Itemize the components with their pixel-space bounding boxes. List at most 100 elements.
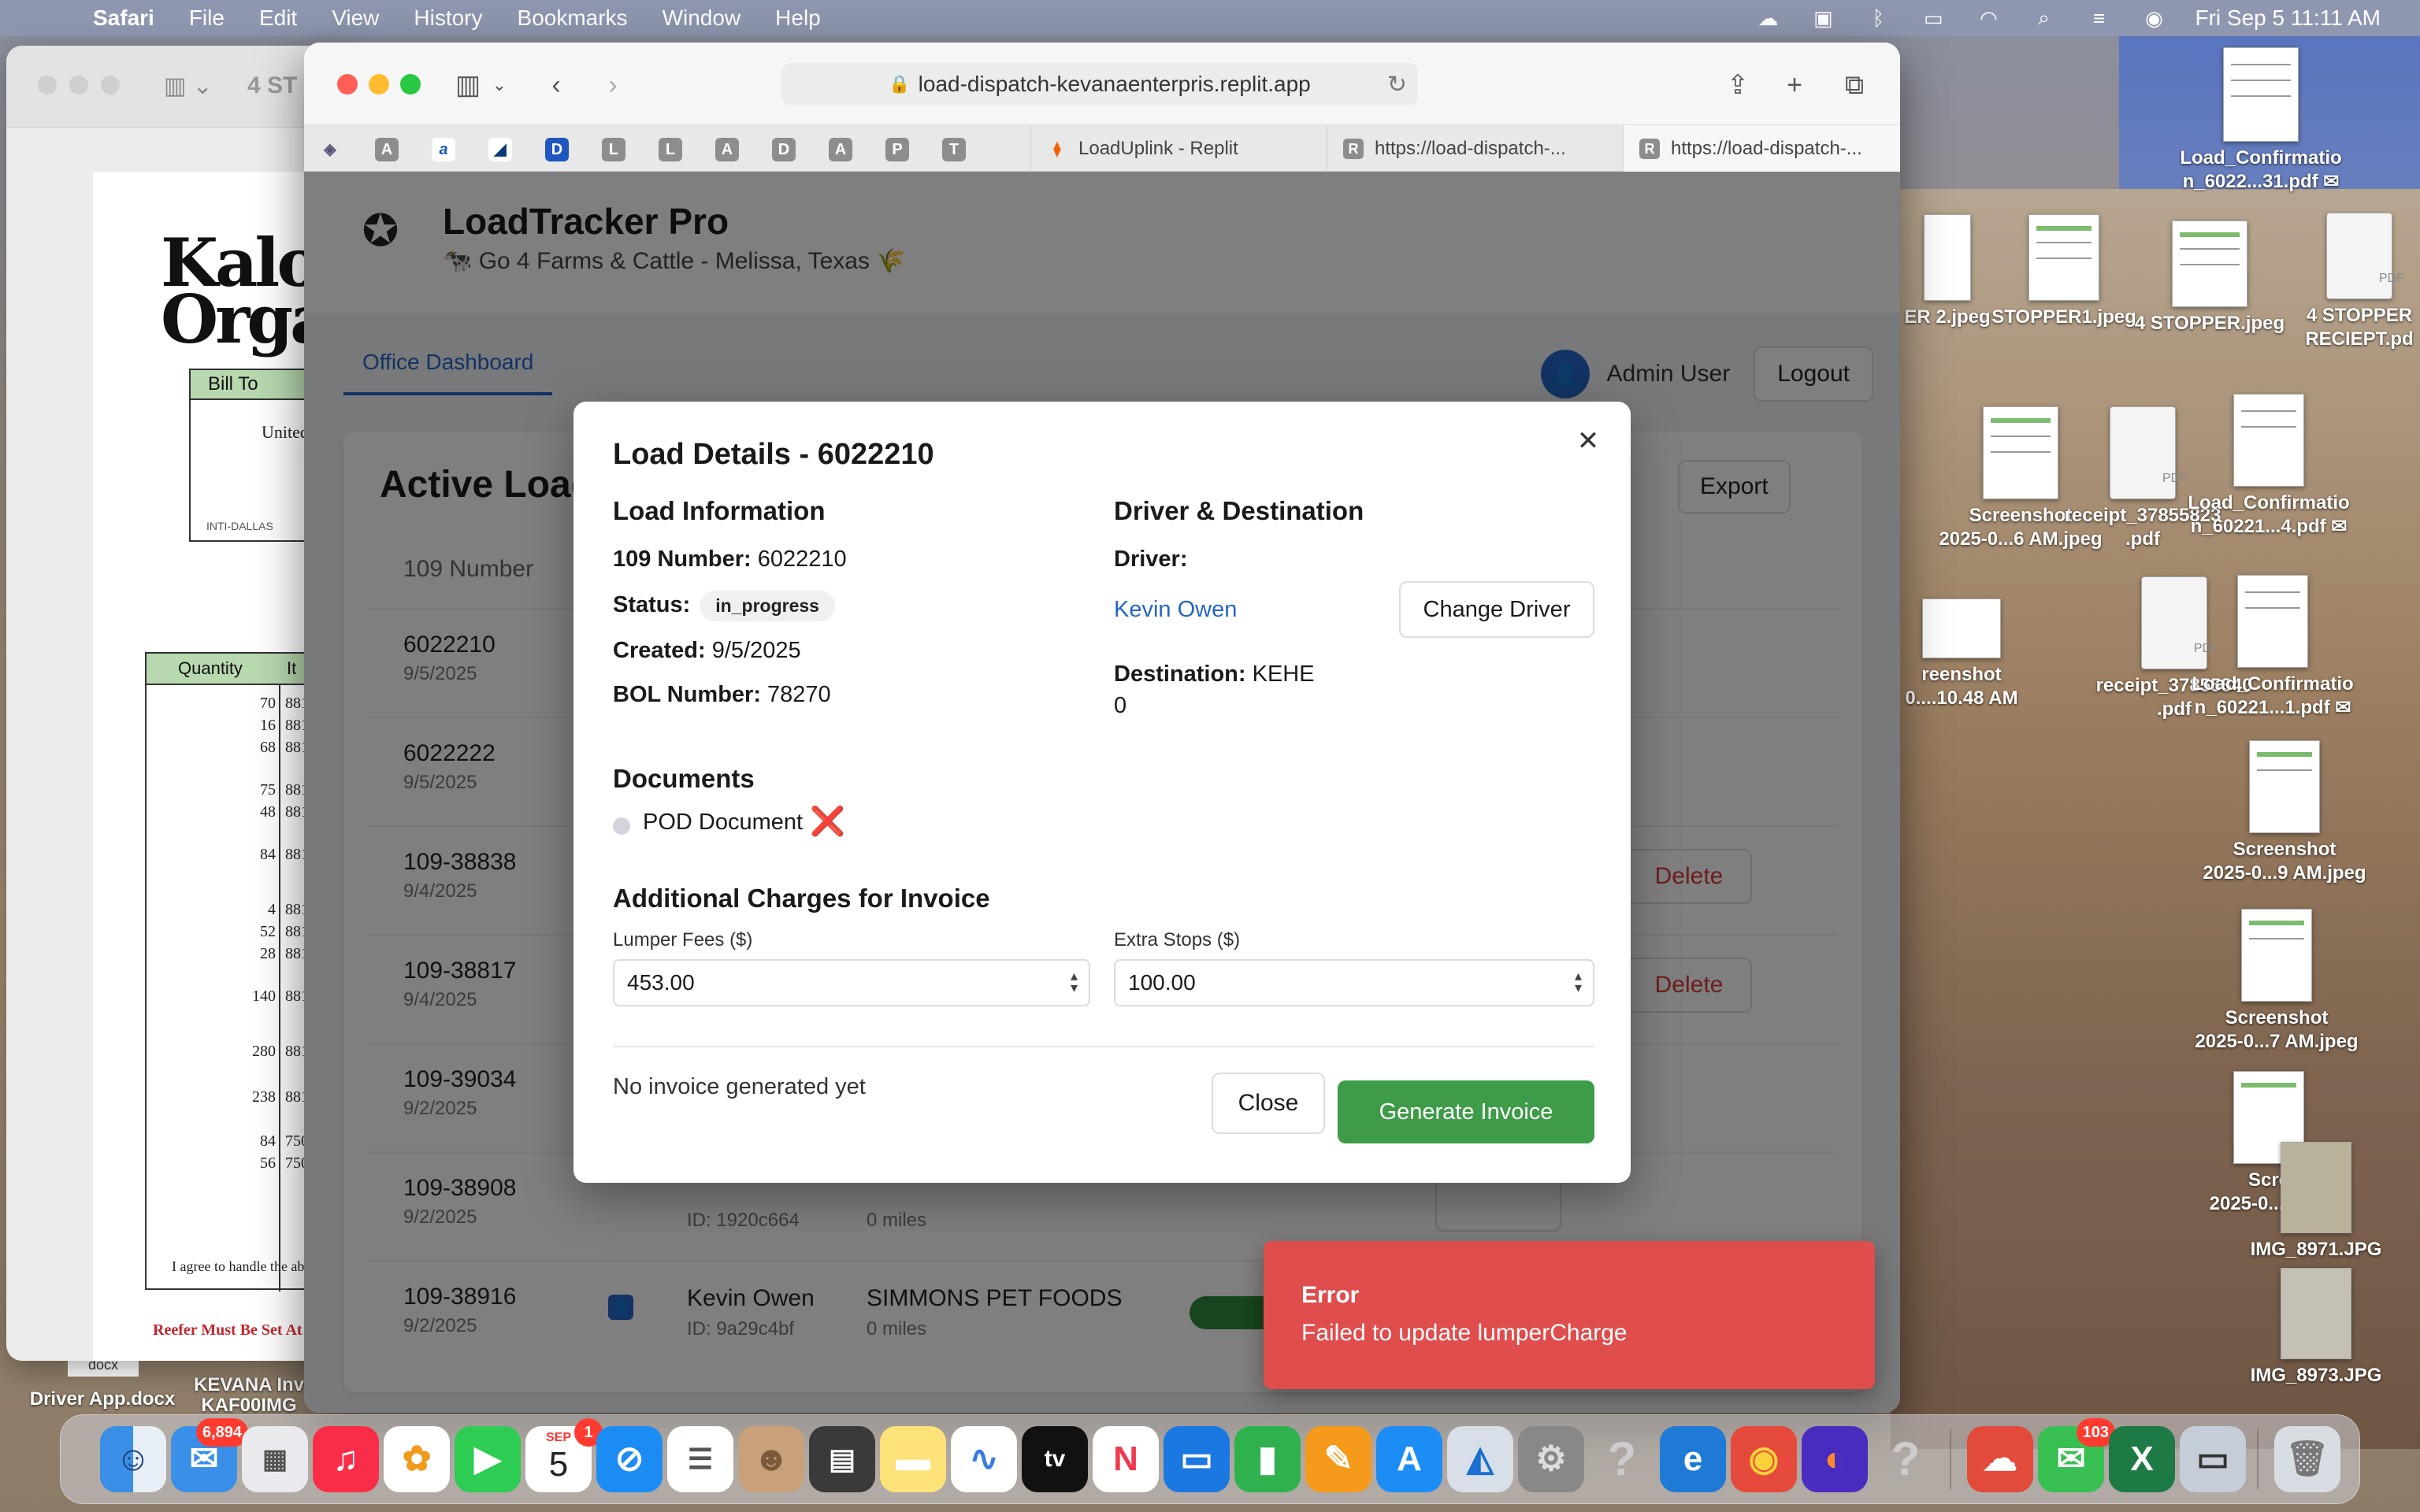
desktop-file-icon[interactable]: Driver App.docx bbox=[16, 1388, 189, 1411]
desktop-file-icon[interactable]: 4 STOPPER.jpeg bbox=[2127, 220, 2292, 335]
share-icon[interactable]: ⇪ bbox=[1722, 69, 1754, 101]
menu-view[interactable]: View bbox=[332, 6, 379, 31]
desktop-file-icon[interactable]: Load_Confirmatio n_6022...31.pdf ✉ bbox=[2158, 47, 2363, 194]
favorite-bookmark-icon[interactable]: L bbox=[602, 138, 625, 161]
desktop-file-icon[interactable]: Screenshot 2025-0...7 AM.jpeg bbox=[2174, 909, 2379, 1054]
system-settings-icon[interactable]: ⚙ bbox=[1518, 1426, 1584, 1492]
favorite-bookmark-icon[interactable]: A bbox=[829, 138, 852, 161]
favorite-bookmark-icon[interactable]: D bbox=[772, 138, 796, 161]
favorite-bookmark-icon[interactable]: T bbox=[942, 138, 966, 161]
edge-icon[interactable]: e bbox=[1660, 1426, 1726, 1492]
desktop-file-icon[interactable]: IMG_8971.JPG bbox=[2229, 1142, 2403, 1262]
app-status-icon[interactable]: ▣ bbox=[1809, 6, 1837, 30]
favorites-icon[interactable]: ◈ bbox=[318, 138, 342, 161]
window-zoom-button[interactable] bbox=[101, 76, 120, 94]
desktop-file-icon[interactable]: KEVANA Inv KAF00IMG bbox=[186, 1375, 312, 1416]
menu-help[interactable]: Help bbox=[775, 6, 821, 31]
calculator-icon[interactable]: ▤ bbox=[809, 1426, 875, 1492]
window-close-button[interactable] bbox=[337, 74, 358, 94]
siri-icon[interactable]: ◉ bbox=[2140, 6, 2168, 30]
apple-tv-icon[interactable]: tv bbox=[1022, 1426, 1088, 1492]
finder-icon[interactable]: ☺ bbox=[100, 1426, 166, 1492]
firefox-icon[interactable]: ◐ bbox=[1802, 1426, 1868, 1492]
desktop-file-icon[interactable]: reenshot 0....10.48 AM bbox=[1899, 598, 2025, 710]
lumper-fees-input[interactable]: 453.00 ▴ ▾ bbox=[613, 959, 1090, 1006]
notes-icon[interactable]: ▬ bbox=[880, 1426, 946, 1492]
address-bar[interactable]: 🔒 load-dispatch-kevanaenterpris.replit.a… bbox=[781, 63, 1418, 106]
stepper-icon[interactable]: ▴ ▾ bbox=[1575, 969, 1582, 995]
xcode-tool-icon[interactable]: ◭ bbox=[1447, 1426, 1513, 1492]
desktop-file-icon[interactable]: PDF 4 STOPPER RECIEPT.pd bbox=[2300, 213, 2418, 351]
window-zoom-button[interactable] bbox=[400, 74, 421, 94]
pages-icon[interactable]: ✎ bbox=[1305, 1426, 1371, 1492]
close-button[interactable]: Close bbox=[1212, 1073, 1325, 1134]
tab-overview-icon[interactable]: ⧉ bbox=[1839, 69, 1870, 101]
launchpad-icon[interactable]: ▦ bbox=[242, 1426, 308, 1492]
preview-window[interactable]: ▥ ⌄ 4 ST Kalo Orga Bill To United 1 INTI… bbox=[6, 46, 353, 1361]
chevron-down-icon[interactable]: ⌄ bbox=[484, 69, 515, 101]
news-icon[interactable]: N bbox=[1093, 1426, 1159, 1492]
menu-app-name[interactable]: Safari bbox=[93, 6, 154, 31]
question-mark-icon[interactable]: ? bbox=[1873, 1426, 1939, 1492]
preview-icon[interactable]: ▭ bbox=[2180, 1426, 2246, 1492]
safari-icon[interactable]: ⊘ bbox=[596, 1426, 663, 1492]
icloud-icon[interactable]: ☁ bbox=[1754, 6, 1782, 30]
reload-icon[interactable]: ↻ bbox=[1387, 71, 1407, 98]
error-toast[interactable]: Error Failed to update lumperCharge bbox=[1264, 1241, 1875, 1389]
desktop-file-icon[interactable]: STOPPER1.jpeg bbox=[1977, 214, 2151, 329]
stepper-icon[interactable]: ▴ ▾ bbox=[1071, 969, 1078, 995]
favorite-bookmark-icon[interactable]: A bbox=[375, 138, 399, 161]
battery-icon[interactable]: ▭ bbox=[1919, 6, 1947, 30]
forward-arrow-icon[interactable]: › bbox=[597, 69, 629, 101]
window-minimize-button[interactable] bbox=[369, 74, 389, 94]
close-icon[interactable]: ✕ bbox=[1572, 425, 1604, 457]
desktop-file-icon[interactable]: Load_Confirmatio n_60221...4.pdf ✉ bbox=[2166, 394, 2371, 539]
bluetooth-icon[interactable]: ᛒ bbox=[1864, 6, 1892, 30]
messages-icon[interactable]: ✉ 103 bbox=[2038, 1418, 2115, 1492]
change-driver-button[interactable]: Change Driver bbox=[1399, 581, 1594, 638]
menu-window[interactable]: Window bbox=[663, 6, 741, 31]
mail-icon[interactable]: ✉ 6,894 bbox=[171, 1418, 248, 1492]
menu-file[interactable]: File bbox=[189, 6, 225, 31]
app-store-icon[interactable]: A bbox=[1376, 1426, 1442, 1492]
back-arrow-icon[interactable]: ‹ bbox=[540, 69, 572, 101]
contacts-icon[interactable]: ☻ bbox=[738, 1426, 804, 1492]
favorite-bookmark-icon[interactable]: A bbox=[715, 138, 739, 161]
music-icon[interactable]: ♫ bbox=[313, 1426, 379, 1492]
extra-stops-input[interactable]: 100.00 ▴ ▾ bbox=[1114, 959, 1594, 1006]
menu-history[interactable]: History bbox=[414, 6, 482, 31]
favorite-bookmark-icon[interactable]: L bbox=[659, 138, 682, 161]
new-tab-plus-icon[interactable]: + bbox=[1779, 69, 1810, 101]
wifi-icon[interactable]: ◠ bbox=[1974, 6, 2002, 30]
desktop-file-icon[interactable]: Load_Confirmatio n_60221...1.pdf ✉ bbox=[2174, 575, 2371, 720]
photos-icon[interactable]: ✿ bbox=[384, 1426, 450, 1492]
facetime-icon[interactable]: ▶ bbox=[455, 1426, 521, 1492]
menu-clock[interactable]: Fri Sep 5 11:11 AM bbox=[2195, 6, 2381, 31]
generate-invoice-button[interactable]: Generate Invoice bbox=[1338, 1080, 1594, 1143]
reminders-icon[interactable]: ☰ bbox=[667, 1426, 733, 1492]
browser-tab[interactable]: ⧫ LoadUplink - Replit bbox=[1030, 125, 1327, 172]
keynote-icon[interactable]: ▭ bbox=[1164, 1426, 1230, 1492]
browser-tab[interactable]: R https://load-dispatch-... bbox=[1327, 125, 1623, 172]
control-center-icon[interactable]: ≡ bbox=[2084, 6, 2113, 30]
calendar-icon[interactable]: SEP 5 1 bbox=[525, 1418, 603, 1492]
question-mark-icon[interactable]: ? bbox=[1589, 1426, 1655, 1492]
favorite-bookmark-icon[interactable]: P bbox=[885, 138, 909, 161]
window-minimize-button[interactable] bbox=[69, 76, 88, 94]
spotlight-search-icon[interactable]: ⌕ bbox=[2029, 6, 2058, 29]
excel-icon[interactable]: X bbox=[2109, 1426, 2175, 1492]
numbers-icon[interactable]: ▮ bbox=[1234, 1426, 1301, 1492]
menu-bookmarks[interactable]: Bookmarks bbox=[518, 6, 628, 31]
sidebar-toggle-icon[interactable]: ▥ bbox=[452, 69, 484, 101]
chrome-icon[interactable]: ◉ bbox=[1731, 1426, 1797, 1492]
sidebar-toggle-icon[interactable]: ▥ ⌄ bbox=[164, 72, 213, 100]
favorite-bookmark-icon[interactable]: D bbox=[545, 138, 569, 161]
desktop-file-icon[interactable]: IMG_8973.JPG bbox=[2229, 1268, 2403, 1388]
favorite-bookmark-icon[interactable]: ◢ bbox=[488, 138, 512, 161]
desktop-file-icon[interactable]: Screenshot 2025-0...9 AM.jpeg bbox=[2182, 740, 2387, 885]
favorite-bookmark-icon[interactable]: a bbox=[432, 138, 455, 161]
cloud-upload-icon[interactable]: ☁ bbox=[1967, 1426, 2033, 1492]
browser-tab-active[interactable]: R https://load-dispatch-... bbox=[1623, 125, 1900, 172]
driver-name-link[interactable]: Kevin Owen bbox=[1114, 597, 1237, 623]
trash-icon[interactable]: 🗑 bbox=[2274, 1426, 2340, 1492]
